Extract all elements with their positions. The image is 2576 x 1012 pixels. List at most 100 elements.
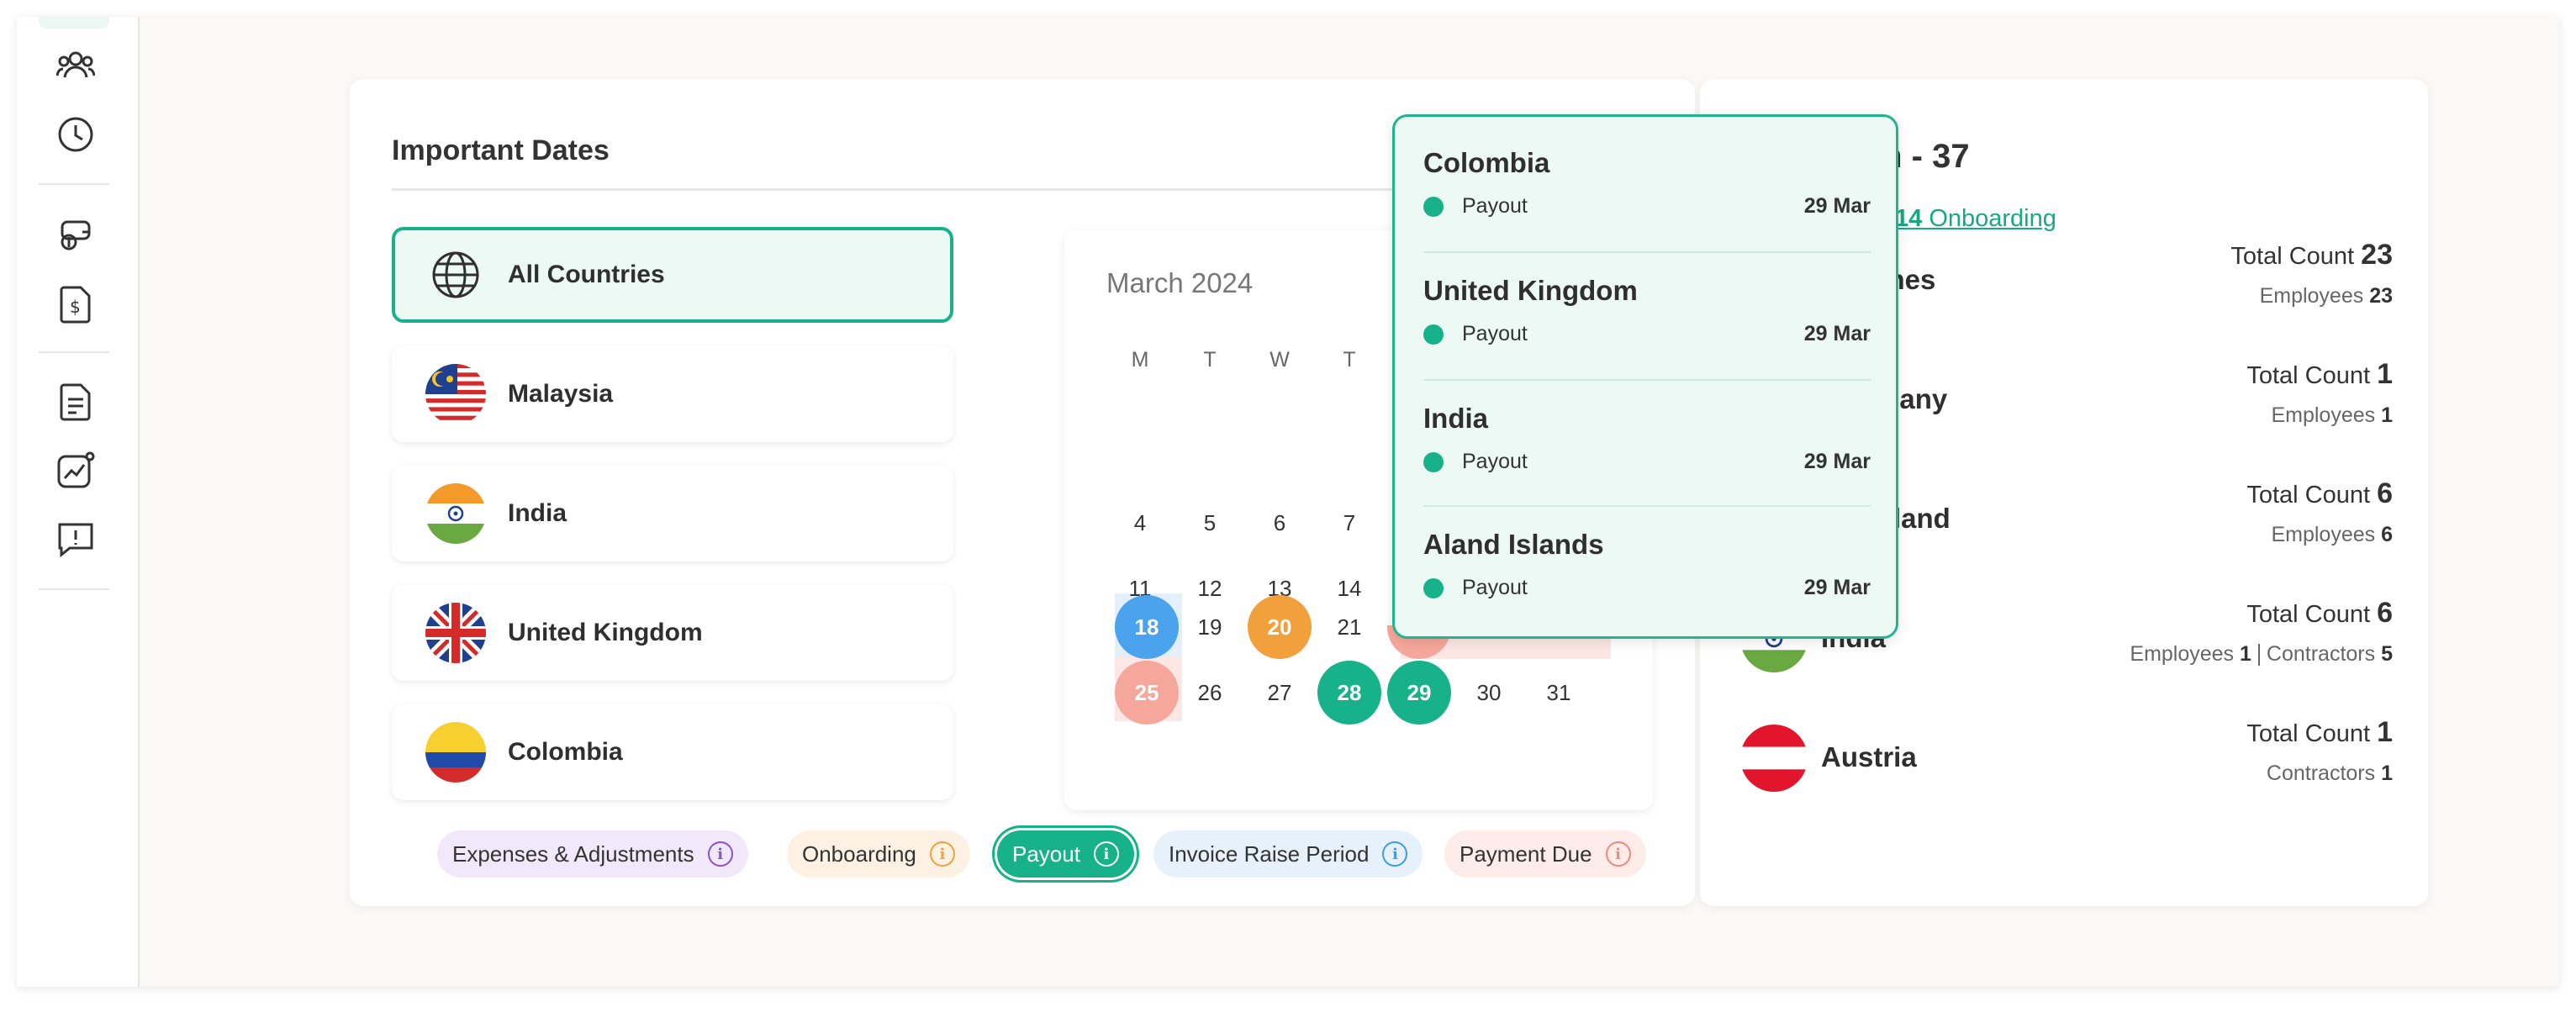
country-colombia[interactable]: Colombia [392, 704, 953, 800]
calendar-day[interactable]: 27 [1248, 661, 1312, 725]
popover-divider [1423, 379, 1871, 381]
payout-dot [1423, 196, 1444, 217]
country-name: Colombia [508, 738, 623, 766]
onboarding-count: 14 [1895, 205, 1923, 232]
weekday-label: T [1203, 348, 1217, 372]
onboarding-label: Onboarding [1922, 205, 2056, 232]
country-all-countries[interactable]: All Countries [392, 227, 953, 323]
country-name: India [508, 499, 567, 527]
breakdown-value: 5 [2381, 642, 2393, 666]
total-label: Total Count [2246, 720, 2378, 747]
info-icon[interactable]: i [929, 841, 955, 867]
breakdown-label: Employees [2271, 403, 2382, 427]
breakdown-value: 1 [2240, 642, 2251, 666]
payout-dot [1423, 324, 1444, 345]
breakdown-label: Employees [2259, 284, 2370, 308]
breakdown-value: 1 [2381, 403, 2393, 427]
breakdown-label: Contractors [2266, 762, 2382, 785]
info-icon[interactable]: i [707, 841, 733, 867]
nav-separator [39, 183, 109, 185]
total-count: Total Count 6 [2246, 477, 2393, 510]
total-label: Total Count [2246, 362, 2378, 389]
calendar-day[interactable]: 21 [1317, 595, 1381, 659]
svg-text:$: $ [70, 297, 81, 317]
calendar-day[interactable]: 26 [1178, 661, 1242, 725]
total-value: 6 [2377, 477, 2393, 509]
calendar-day[interactable]: 4 [1108, 491, 1172, 555]
info-icon[interactable]: i [1093, 841, 1119, 867]
info-icon[interactable]: i [1382, 841, 1408, 867]
popover-country: Colombia [1423, 147, 1550, 178]
popover-event-row: Payout 29 Mar [1423, 322, 1871, 346]
calendar-day-payment-due[interactable]: 25 [1115, 661, 1179, 725]
legend-onboarding[interactable]: Onboarding i [787, 830, 970, 878]
analytics-icon[interactable] [54, 449, 98, 493]
clock-icon[interactable] [54, 113, 98, 156]
total-value: 6 [2377, 597, 2393, 629]
legend-payout[interactable]: Payout i [997, 830, 1134, 878]
document-icon[interactable] [54, 380, 98, 424]
calendar-day-onboarding[interactable]: 20 [1248, 595, 1312, 659]
popover-country: Aland Islands [1423, 529, 1604, 560]
dollar-document-icon[interactable]: $ [54, 282, 98, 326]
legend-payment-due[interactable]: Payment Due i [1444, 830, 1646, 878]
popover-event-row: Payout 29 Mar [1423, 194, 1871, 219]
calendar-day[interactable]: 7 [1317, 491, 1381, 555]
breakdown-value: 23 [2369, 284, 2393, 308]
total-label: Total Count [2246, 482, 2378, 509]
uk-flag-icon [425, 603, 486, 663]
calendar-day-expenses[interactable]: 18 [1115, 595, 1179, 659]
onboarding-link[interactable]: 14 Onboarding [1895, 205, 2056, 233]
total-label: Total Count [2246, 601, 2378, 628]
calendar-day[interactable]: 31 [1527, 661, 1591, 725]
popover-country: India [1423, 403, 1489, 434]
calendar-day[interactable]: 19 [1178, 595, 1242, 659]
calendar-day-payout-selected[interactable]: 29 [1387, 661, 1451, 725]
popover-country: United Kingdom [1423, 275, 1638, 306]
calendar-day[interactable]: 6 [1248, 491, 1312, 555]
legend-expenses-adjustments[interactable]: Expenses & Adjustments i [437, 830, 748, 878]
breakdown-label: Employees [2130, 642, 2241, 666]
country-malaysia[interactable]: Malaysia [392, 346, 953, 442]
country-united-kingdom[interactable]: United Kingdom [392, 585, 953, 681]
nav-separator [39, 351, 109, 353]
count-breakdown: Employees 1 [2271, 403, 2393, 428]
summary-row-austria[interactable]: Austria Total Count 1 Contractors 1 [1740, 716, 2393, 800]
calendar-day-payout[interactable]: 28 [1317, 661, 1381, 725]
popover-event: Payout [1462, 576, 1528, 599]
calendar-month: March 2024 [1106, 267, 1254, 298]
people-icon[interactable] [54, 44, 98, 87]
calendar-day[interactable]: 5 [1178, 491, 1242, 555]
total-value: 1 [2377, 358, 2393, 390]
active-nav-marker [39, 17, 109, 29]
breakdown-value: 1 [2381, 762, 2393, 785]
popover-item: Colombia Payout 29 Mar [1423, 147, 1871, 219]
total-label: Total Count [2230, 243, 2362, 270]
weekday-label: M [1131, 348, 1149, 372]
india-flag-icon [425, 483, 486, 544]
popover-date: 29 Mar [1803, 576, 1871, 599]
breakdown-label: Employees [2271, 523, 2382, 546]
legend-invoice-raise-period[interactable]: Invoice Raise Period i [1153, 830, 1423, 878]
popover-item: India Payout 29 Mar [1423, 403, 1871, 474]
popover-event-row: Payout 29 Mar [1423, 576, 1871, 600]
popover-event: Payout [1462, 450, 1528, 473]
popover-event-row: Payout 29 Mar [1423, 450, 1871, 474]
breakdown-value: 6 [2381, 523, 2393, 546]
count-breakdown: Employees 1 Contractors 5 [2130, 642, 2393, 667]
total-count: Total Count 1 [2246, 358, 2393, 391]
legend-label: Payout [1012, 841, 1080, 867]
feedback-icon[interactable] [54, 518, 98, 561]
malaysia-flag-icon [425, 364, 486, 424]
country-india[interactable]: India [392, 466, 953, 561]
legend-label: Payment Due [1460, 841, 1592, 867]
payout-dot [1423, 451, 1444, 472]
calendar-day[interactable]: 30 [1457, 661, 1521, 725]
popover-date: 29 Mar [1803, 194, 1871, 218]
info-icon[interactable]: i [1605, 841, 1631, 867]
legend-label: Onboarding [802, 841, 916, 867]
breakdown-divider [2257, 644, 2260, 667]
money-stack-icon[interactable] [54, 213, 98, 257]
popover-item: Aland Islands Payout 29 Mar [1423, 529, 1871, 600]
count-breakdown: Employees 6 [2271, 523, 2393, 547]
